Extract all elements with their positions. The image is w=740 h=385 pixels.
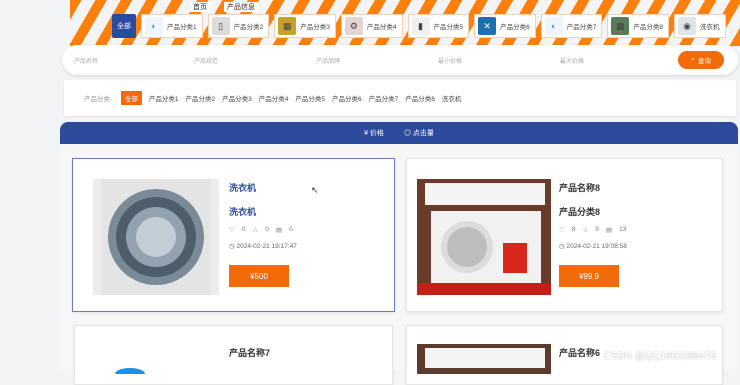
mouse-cursor-icon: ↖ <box>311 185 319 196</box>
product-stats: ♡0 ☆0 ▤0 <box>229 226 293 234</box>
category-item[interactable]: ▮产品分类5 <box>408 14 470 38</box>
product-name[interactable]: 洗衣机 <box>229 181 256 194</box>
price-button[interactable]: ¥99.9 <box>559 265 619 287</box>
category-item[interactable]: ✕产品分类6 <box>474 14 536 38</box>
category-item[interactable]: ◐产品分类1 <box>141 14 203 38</box>
category-filter: 产品分类: 全部 产品分类1 产品分类2 产品分类3 产品分类4 产品分类5 产… <box>64 80 736 116</box>
category-all[interactable]: 全部 <box>112 14 136 38</box>
top-navigation: 首页 产品信息 <box>190 2 258 12</box>
product-date: ◷ 2024-02-21 19:08:58 <box>559 242 627 250</box>
category-item[interactable]: ▦产品分类8 <box>607 14 669 38</box>
sort-by-price[interactable]: ¥ 价格 <box>364 128 384 138</box>
min-price-input[interactable]: 最小价格 <box>438 56 462 65</box>
price-button[interactable]: ¥500 <box>229 265 289 287</box>
filter-option[interactable]: 产品分类8 <box>405 93 435 103</box>
views-icon: ▤ <box>606 226 612 234</box>
product-name[interactable]: 产品名称8 <box>559 181 600 194</box>
washer-image <box>93 179 219 295</box>
product-brand-input[interactable]: 产品品牌 <box>316 56 340 65</box>
product-name-input[interactable]: 产品名称 <box>74 56 98 65</box>
star-icon: ☆ <box>252 226 258 234</box>
filter-option[interactable]: 产品分类3 <box>222 93 252 103</box>
filter-option[interactable]: 洗衣机 <box>442 93 462 103</box>
category-item[interactable]: ▯产品分类2 <box>208 14 270 38</box>
search-icon: ⌕ <box>691 56 695 64</box>
search-bar: 产品名称 产品规范 产品品牌 最小价格 最大价格 ⌕ 查询 <box>62 45 738 75</box>
nav-home[interactable]: 首页 <box>190 2 210 12</box>
fridge-icon: ▯ <box>212 17 230 35</box>
air-conditioner-image <box>417 179 551 295</box>
filter-label: 产品分类: <box>84 93 112 103</box>
product-category: 洗衣机 <box>229 205 256 218</box>
filter-option[interactable]: 产品分类6 <box>332 93 362 103</box>
filter-option[interactable]: 产品分类2 <box>185 93 215 103</box>
search-button[interactable]: ⌕ 查询 <box>678 51 724 69</box>
product-stats: ♡8 ☆9 ▤13 <box>559 226 626 234</box>
category-item[interactable]: ◐产品分类7 <box>541 14 603 38</box>
filter-option[interactable]: 产品分类5 <box>295 93 325 103</box>
board-icon: ▦ <box>611 17 629 35</box>
nav-product-info[interactable]: 产品信息 <box>224 2 258 12</box>
washer-icon: ◉ <box>678 17 696 35</box>
tools-icon: ✕ <box>478 17 496 35</box>
category-item[interactable]: ◉洗衣机 <box>674 14 726 38</box>
product-card[interactable]: 洗衣机 洗衣机 ♡0 ☆0 ▤0 ◷ 2024-02-21 19:17:47 ¥… <box>72 158 395 312</box>
clock-icon: ◷ <box>559 243 565 250</box>
likes-icon: ♡ <box>229 226 235 234</box>
filter-option[interactable]: 产品分类4 <box>259 93 289 103</box>
watermark: CSDN @QQ1963288475 <box>604 351 716 362</box>
category-bar: 全部 ◐产品分类1 ▯产品分类2 ▦产品分类3 ⚙产品分类4 ▮产品分类5 ✕产… <box>112 14 726 38</box>
clock-icon: ◷ <box>229 243 235 250</box>
brand-icon: ◐ <box>145 17 163 35</box>
sort-by-clicks[interactable]: ◎ 点击量 <box>404 128 434 138</box>
product-name[interactable]: 产品名称7 <box>229 346 270 359</box>
star-icon: ☆ <box>582 226 588 234</box>
category-item[interactable]: ⚙产品分类4 <box>341 14 403 38</box>
product-list: 洗衣机 洗衣机 ♡0 ☆0 ▤0 ◷ 2024-02-21 19:17:47 ¥… <box>60 144 738 370</box>
likes-icon: ♡ <box>559 226 565 234</box>
product-image <box>115 366 145 374</box>
board-icon: ▦ <box>278 17 296 35</box>
brand-icon: ◐ <box>545 17 563 35</box>
product-date: ◷ 2024-02-21 19:17:47 <box>229 242 297 250</box>
product-name[interactable]: 产品名称6 <box>559 346 600 359</box>
max-price-input[interactable]: 最大价格 <box>560 56 584 65</box>
product-spec-input[interactable]: 产品规范 <box>194 56 218 65</box>
filter-option[interactable]: 产品分类1 <box>149 93 179 103</box>
filter-option[interactable]: 产品分类7 <box>369 93 399 103</box>
sort-bar: ¥ 价格 ◎ 点击量 <box>60 122 738 144</box>
phone-icon: ▮ <box>412 17 430 35</box>
views-icon: ▤ <box>276 226 282 234</box>
product-category: 产品分类8 <box>559 205 600 218</box>
category-item[interactable]: ▦产品分类3 <box>274 14 336 38</box>
product-card[interactable]: 产品名称7 <box>74 325 393 385</box>
appliance-icon: ⚙ <box>345 17 363 35</box>
filter-option-all[interactable]: 全部 <box>121 91 142 105</box>
product-card[interactable]: 产品名称8 产品分类8 ♡8 ☆9 ▤13 ◷ 2024-02-21 19:08… <box>406 158 723 312</box>
